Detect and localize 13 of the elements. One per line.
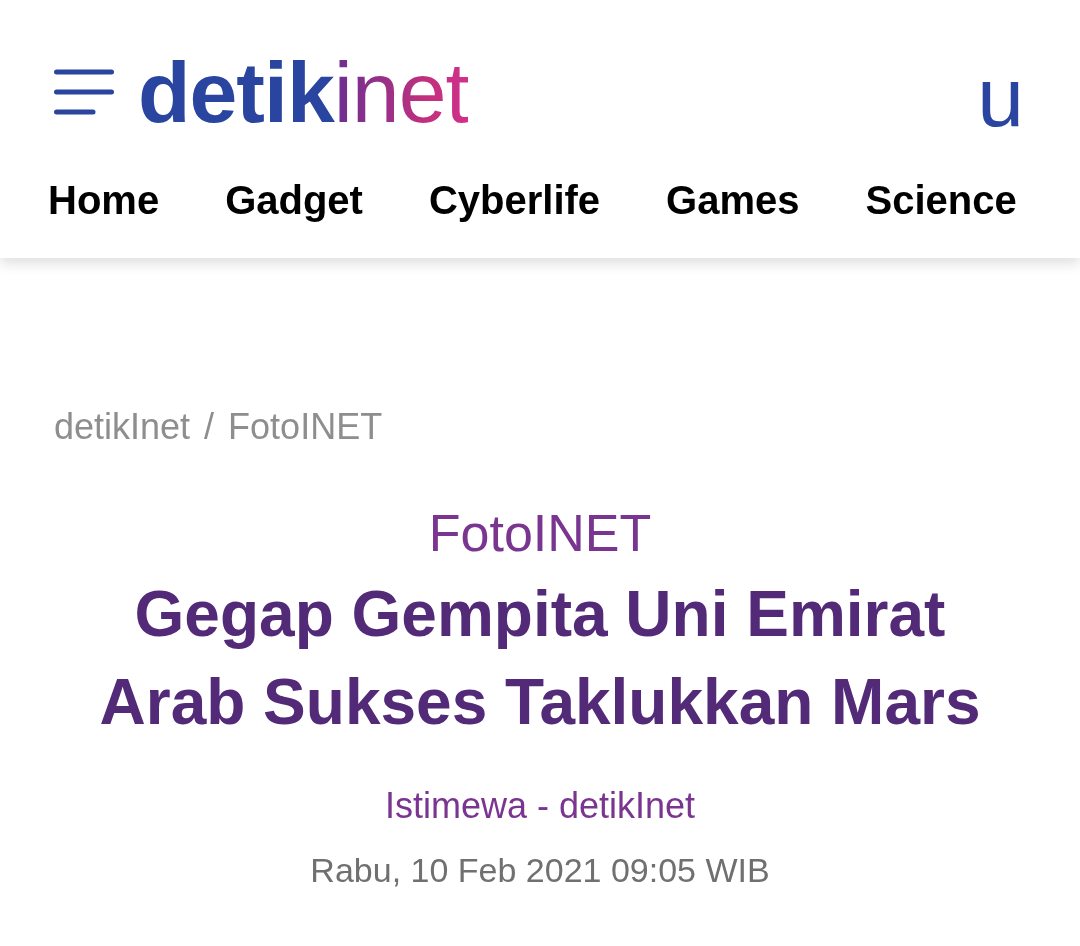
article-title: Gegap Gempita Uni Emirat Arab Sukses Taklukkan Mars [98, 577, 982, 741]
nav-link[interactable]: Gadget [225, 176, 363, 224]
photo-credit: Istimewa - detikInet [384, 784, 696, 828]
breadcrumb-separator: / [204, 406, 215, 448]
publish-date: Rabu, 10 Feb 2021 09:05 WIB [310, 849, 770, 891]
menu-icon[interactable] [54, 69, 114, 115]
user-button[interactable]: u [977, 55, 1024, 139]
nav-link[interactable]: Games [666, 176, 800, 224]
nav-link[interactable]: Science [865, 176, 1017, 224]
article-category[interactable]: FotoINET [428, 502, 652, 565]
nav-link[interactable]: Cyberlife [428, 176, 601, 224]
nav-link[interactable]: Home [48, 176, 160, 224]
site-logo[interactable]: detikinet [138, 49, 469, 135]
